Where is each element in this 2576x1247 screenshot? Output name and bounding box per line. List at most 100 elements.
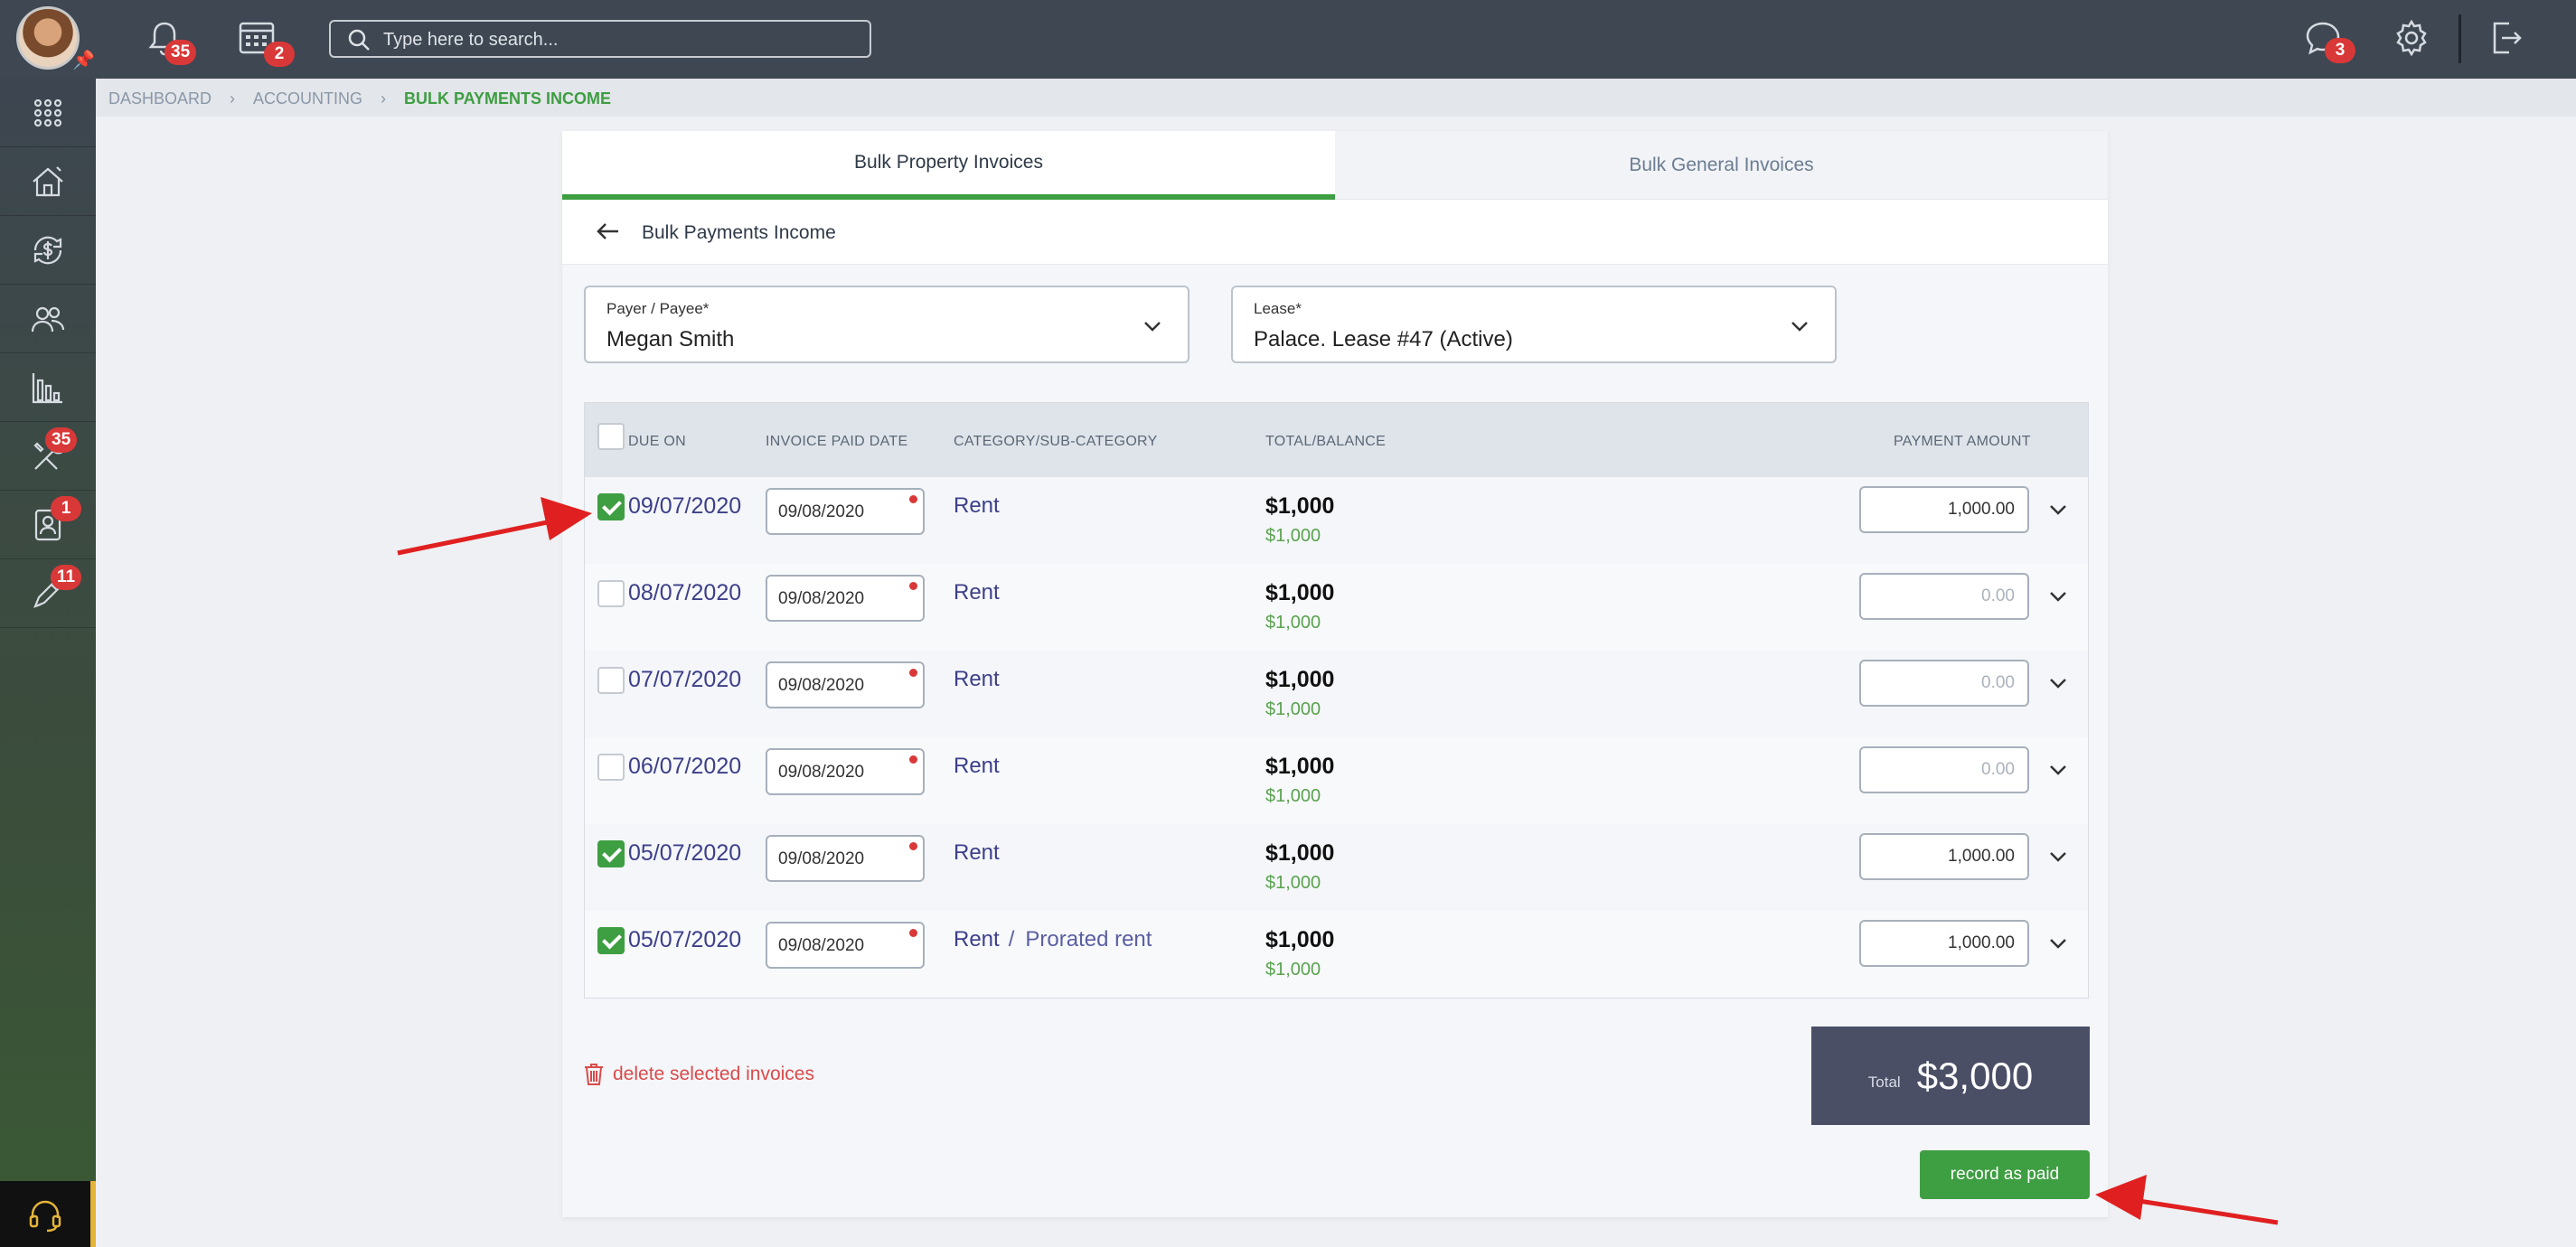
chevron-down-icon[interactable] bbox=[2047, 846, 2069, 867]
invoice-paid-date-input[interactable]: 09/08/2020 bbox=[766, 661, 925, 708]
due-on-date[interactable]: 06/07/2020 bbox=[628, 754, 741, 780]
notifications-bell-icon[interactable]: 35 bbox=[145, 18, 197, 65]
lease-label: Lease* bbox=[1254, 300, 1302, 317]
category-link[interactable]: Rent bbox=[954, 493, 1000, 518]
search-icon bbox=[348, 29, 370, 51]
calendar-count-badge: 2 bbox=[264, 42, 295, 67]
select-all-checkbox[interactable] bbox=[597, 423, 625, 450]
row-checkbox[interactable] bbox=[597, 927, 625, 954]
row-checkbox[interactable] bbox=[597, 840, 625, 867]
invoices-table: DUE ON INVOICE PAID DATE CATEGORY/SUB-CA… bbox=[584, 402, 2089, 999]
invoice-paid-date-input[interactable]: 09/08/2020 bbox=[766, 488, 925, 535]
invoice-paid-date-input[interactable]: 09/08/2020 bbox=[766, 922, 925, 969]
sidebar-item-applicants[interactable]: 1 bbox=[0, 491, 96, 559]
chevron-down-icon[interactable] bbox=[2047, 672, 2069, 694]
chevron-down-icon[interactable] bbox=[2047, 586, 2069, 607]
invoice-paid-date-input[interactable]: 09/08/2020 bbox=[766, 835, 925, 882]
category-cell: Rent bbox=[954, 667, 1000, 692]
settings-gear-icon[interactable] bbox=[2392, 18, 2437, 61]
breadcrumb-dashboard[interactable]: DASHBOARD bbox=[108, 89, 212, 108]
paid-date-value: 09/08/2020 bbox=[778, 936, 865, 955]
pin-icon: 📌 bbox=[72, 51, 95, 70]
applicants-count-badge: 1 bbox=[51, 496, 81, 521]
row-checkbox[interactable] bbox=[597, 580, 625, 607]
sidebar-item-accounting[interactable] bbox=[0, 216, 96, 285]
notifications-count-badge: 35 bbox=[165, 40, 197, 65]
sidebar-item-tasks[interactable]: 11 bbox=[0, 559, 96, 628]
subcategory-link[interactable]: Prorated rent bbox=[1025, 927, 1152, 952]
search-input[interactable] bbox=[383, 27, 853, 52]
tab-bulk-general-invoices[interactable]: Bulk General Invoices bbox=[1335, 131, 2108, 200]
required-dot-icon bbox=[909, 842, 917, 850]
sidebar-item-contacts[interactable] bbox=[0, 285, 96, 353]
record-as-paid-button[interactable]: record as paid bbox=[1920, 1150, 2090, 1199]
due-on-date[interactable]: 09/07/2020 bbox=[628, 493, 741, 520]
category-link[interactable]: Rent bbox=[954, 754, 1000, 778]
total-amount: $1,000 bbox=[1265, 493, 1335, 519]
payment-amount-input[interactable]: 0.00 bbox=[1859, 746, 2029, 793]
table-row: 05/07/2020 09/08/2020 Rent $1,000 $1,000 1,00… bbox=[585, 824, 2088, 911]
payment-amount-input[interactable]: 0.00 bbox=[1859, 660, 2029, 707]
required-dot-icon bbox=[909, 669, 917, 677]
paid-date-value: 09/08/2020 bbox=[778, 589, 865, 608]
chevron-down-icon[interactable] bbox=[2047, 499, 2069, 520]
breadcrumb: DASHBOARD › ACCOUNTING › BULK PAYMENTS I… bbox=[108, 89, 611, 108]
chevron-down-icon bbox=[1791, 322, 1808, 332]
tasks-count-badge: 11 bbox=[51, 565, 82, 590]
payer-select[interactable]: Payer / Payee* Megan Smith bbox=[584, 286, 1189, 363]
chevron-down-icon bbox=[1144, 322, 1161, 332]
due-on-date[interactable]: 05/07/2020 bbox=[628, 840, 741, 867]
category-link[interactable]: Rent bbox=[954, 840, 1000, 865]
calendar-icon[interactable]: 2 bbox=[237, 18, 295, 67]
category-cell: Rent bbox=[954, 754, 1000, 779]
tab-bulk-property-invoices[interactable]: Bulk Property Invoices bbox=[562, 131, 1335, 200]
chevron-down-icon[interactable] bbox=[2047, 933, 2069, 954]
invoice-paid-date-input[interactable]: 09/08/2020 bbox=[766, 575, 925, 622]
category-cell: Rent bbox=[954, 580, 1000, 605]
required-dot-icon bbox=[909, 929, 917, 937]
back-arrow-icon[interactable] bbox=[595, 218, 622, 245]
total-label: Total bbox=[1867, 1073, 1901, 1091]
payment-amount-input[interactable]: 1,000.00 bbox=[1859, 486, 2029, 533]
row-checkbox[interactable] bbox=[597, 493, 625, 520]
payment-amount-input[interactable]: 1,000.00 bbox=[1859, 920, 2029, 967]
payer-value: Megan Smith bbox=[606, 327, 735, 352]
breadcrumb-bar: DASHBOARD › ACCOUNTING › BULK PAYMENTS I… bbox=[96, 79, 2576, 117]
table-row: 07/07/2020 09/08/2020 Rent $1,000 $1,000 0.00 bbox=[585, 651, 2088, 737]
apps-grid-icon bbox=[33, 98, 62, 127]
sidebar-item-reports[interactable] bbox=[0, 353, 96, 422]
invoice-tabs: Bulk Property Invoices Bulk General Invo… bbox=[562, 131, 2108, 200]
due-on-date[interactable]: 05/07/2020 bbox=[628, 927, 741, 953]
payment-amount-input[interactable]: 0.00 bbox=[1859, 573, 2029, 620]
delete-selected-button[interactable]: delete selected invoices bbox=[584, 1063, 814, 1086]
messages-chat-icon[interactable]: 3 bbox=[2303, 18, 2355, 63]
row-checkbox[interactable] bbox=[597, 754, 625, 781]
breadcrumb-accounting[interactable]: ACCOUNTING bbox=[253, 89, 362, 108]
sidebar-item-apps[interactable] bbox=[0, 79, 96, 147]
delete-selected-label: delete selected invoices bbox=[613, 1064, 814, 1084]
category-link[interactable]: Rent bbox=[954, 667, 1000, 691]
user-avatar[interactable] bbox=[16, 6, 80, 70]
lease-select[interactable]: Lease* Palace. Lease #47 (Active) bbox=[1231, 286, 1837, 363]
page-title: Bulk Payments Income bbox=[642, 222, 836, 243]
annotation-arrow-record-button bbox=[2095, 1175, 2279, 1225]
total-amount: $1,000 bbox=[1265, 754, 1335, 779]
table-row: 06/07/2020 09/08/2020 Rent $1,000 $1,000 0.00 bbox=[585, 737, 2088, 824]
support-button[interactable] bbox=[0, 1181, 90, 1247]
topbar-divider bbox=[2458, 14, 2461, 63]
sidebar-item-maintenance[interactable]: 35 bbox=[0, 422, 96, 491]
logout-icon[interactable] bbox=[2486, 18, 2531, 61]
category-link[interactable]: Rent bbox=[954, 580, 1000, 605]
total-amount: $1,000 bbox=[1265, 667, 1335, 692]
category-link[interactable]: Rent bbox=[954, 927, 1000, 952]
chevron-down-icon[interactable] bbox=[2047, 759, 2069, 781]
due-on-date[interactable]: 08/07/2020 bbox=[628, 580, 741, 606]
required-dot-icon bbox=[909, 582, 917, 590]
payment-amount-input[interactable]: 1,000.00 bbox=[1859, 833, 2029, 880]
invoice-paid-date-input[interactable]: 09/08/2020 bbox=[766, 748, 925, 795]
row-checkbox[interactable] bbox=[597, 667, 625, 694]
header-paid-date: INVOICE PAID DATE bbox=[766, 434, 908, 449]
due-on-date[interactable]: 07/07/2020 bbox=[628, 667, 741, 693]
support-accent-strip bbox=[90, 1181, 96, 1247]
sidebar-item-properties[interactable] bbox=[0, 147, 96, 216]
